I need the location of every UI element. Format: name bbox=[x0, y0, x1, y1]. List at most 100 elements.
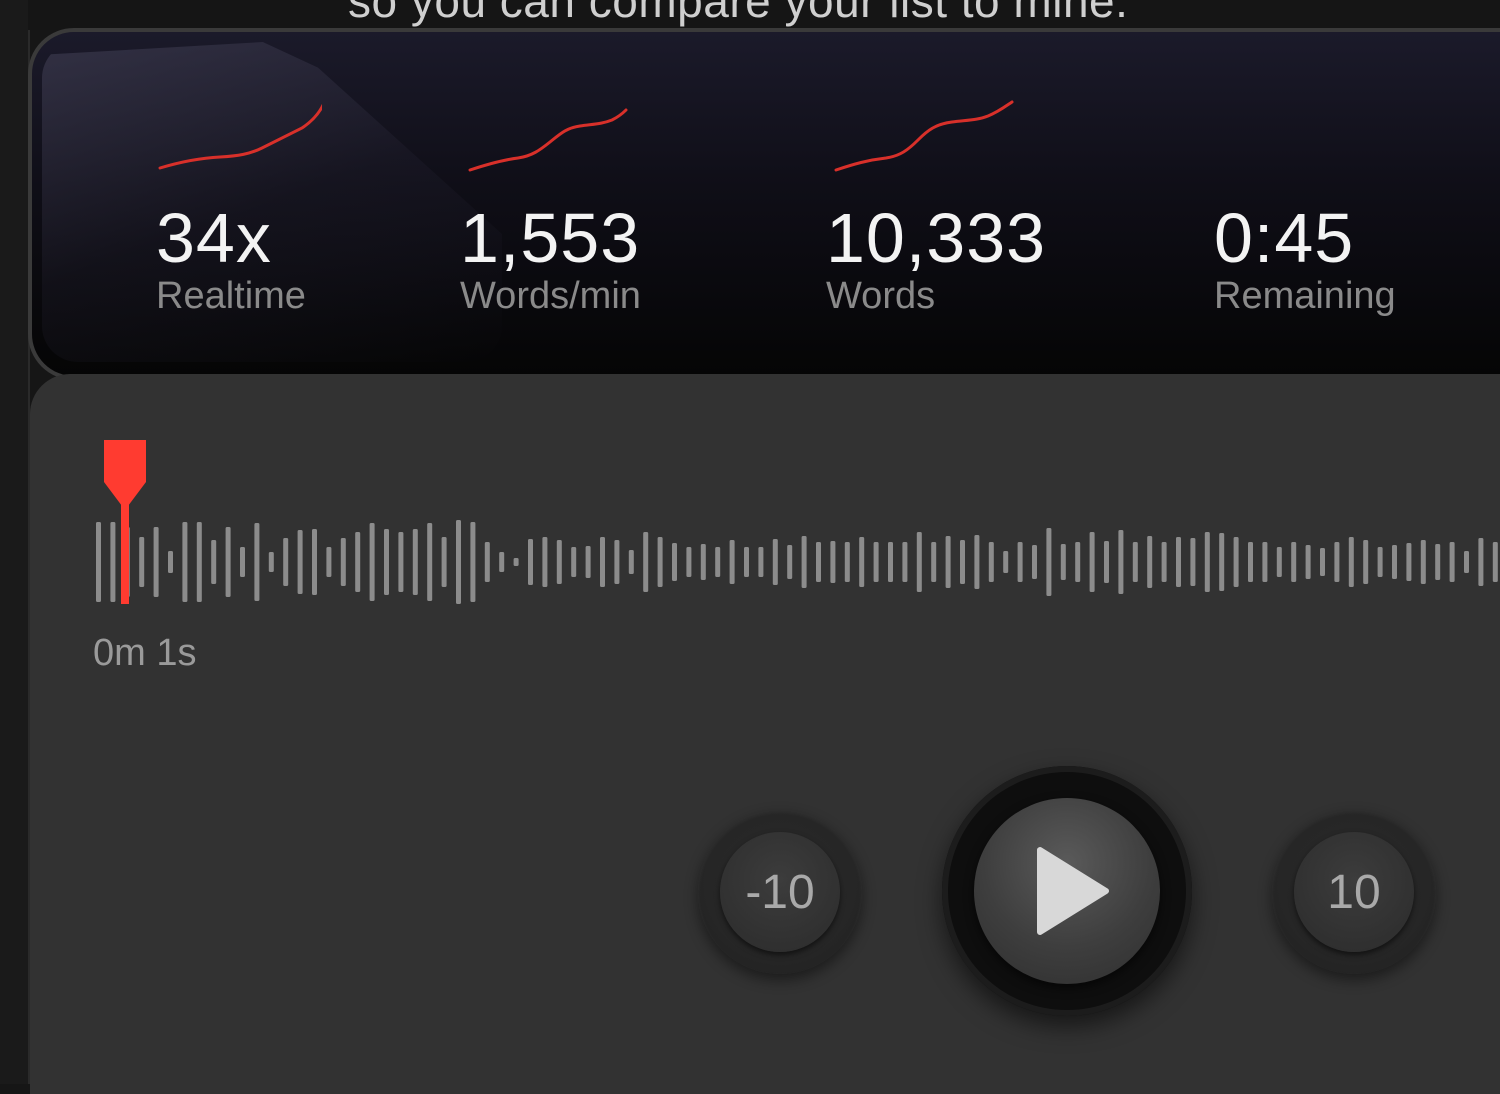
waveform-bar bbox=[542, 537, 548, 587]
transcript-text-strip: so you can compare your list to mine. bbox=[28, 0, 1500, 30]
remaining-value: 0:45 bbox=[1214, 199, 1355, 277]
waveform-bar bbox=[873, 542, 879, 582]
waveform-bar bbox=[456, 520, 461, 604]
waveform-bar bbox=[499, 552, 505, 572]
play-icon bbox=[1037, 847, 1109, 935]
waveform-bar bbox=[1060, 544, 1066, 580]
waveform-bar bbox=[657, 537, 663, 587]
waveform-bar bbox=[326, 547, 332, 577]
waveform-bar bbox=[787, 545, 793, 579]
waveform-bar bbox=[427, 523, 433, 601]
realtime-label: Realtime bbox=[156, 275, 306, 317]
waveform-bar bbox=[254, 523, 260, 601]
waveform-bar bbox=[1377, 547, 1383, 577]
skip-back-button[interactable]: -10 bbox=[720, 832, 840, 952]
waveform-bar bbox=[1219, 533, 1225, 591]
waveform-bar bbox=[153, 527, 159, 597]
wpm-label: Words/min bbox=[460, 275, 641, 317]
waveform-bar bbox=[859, 537, 865, 587]
waveform-bar bbox=[974, 535, 980, 589]
waveform-bar bbox=[168, 551, 173, 573]
waveform-bar bbox=[1118, 530, 1124, 594]
stat-words-per-min: 1,553 Words/min bbox=[460, 90, 641, 317]
waveform-bar bbox=[96, 522, 101, 602]
waveform-bar bbox=[1334, 542, 1340, 582]
waveform-bar bbox=[571, 547, 577, 577]
waveform-bar bbox=[1046, 528, 1052, 596]
play-button-ring bbox=[942, 766, 1192, 1016]
waveform-bar bbox=[297, 530, 303, 594]
waveform-bar bbox=[1320, 548, 1325, 576]
waveform-bar bbox=[340, 538, 346, 586]
waveform-bar bbox=[830, 541, 836, 583]
waveform-bar bbox=[211, 540, 217, 584]
waveform-bar bbox=[1248, 542, 1253, 582]
waveform-bar bbox=[744, 547, 749, 577]
audio-player-panel bbox=[30, 374, 1500, 1094]
waveform-bar bbox=[643, 532, 649, 592]
waveform-bar bbox=[513, 558, 519, 566]
waveform-bar bbox=[816, 542, 821, 582]
waveform-bar bbox=[801, 536, 807, 588]
words-sparkline bbox=[834, 100, 1014, 172]
waveform-bar bbox=[1478, 538, 1484, 586]
waveform-bar bbox=[1104, 541, 1109, 583]
waveform-bar bbox=[931, 542, 937, 582]
waveform-bar bbox=[888, 542, 893, 582]
waveform-bar bbox=[1161, 542, 1167, 582]
remaining-label: Remaining bbox=[1214, 275, 1396, 317]
waveform-bar bbox=[600, 537, 605, 587]
waveform-bar bbox=[844, 542, 850, 582]
waveform-bar bbox=[988, 542, 994, 582]
waveform-bar bbox=[1406, 543, 1412, 581]
waveform-bar bbox=[758, 547, 764, 577]
wpm-sparkline bbox=[468, 108, 628, 172]
waveform-bar bbox=[384, 529, 389, 595]
waveform-bar bbox=[1464, 551, 1469, 573]
waveform-bar bbox=[268, 552, 274, 572]
waveform-bar bbox=[528, 539, 533, 585]
waveform-bar bbox=[1132, 542, 1138, 582]
waveform-bar bbox=[1147, 536, 1153, 588]
waveform-bar bbox=[960, 540, 965, 584]
waveform-bar bbox=[240, 547, 245, 577]
current-time-label: 0m 1s bbox=[93, 632, 197, 674]
transcript-caption: so you can compare your list to mine. bbox=[348, 0, 1129, 27]
window-edge bbox=[0, 0, 30, 1084]
waveform-bar bbox=[1003, 551, 1009, 573]
waveform-bar bbox=[729, 540, 735, 584]
waveform-bar bbox=[441, 537, 447, 587]
waveform-bar bbox=[1492, 542, 1498, 582]
play-button[interactable] bbox=[974, 798, 1160, 984]
waveform-bar bbox=[412, 529, 418, 595]
realtime-value: 34x bbox=[156, 199, 272, 277]
realtime-sparkline bbox=[158, 103, 322, 170]
waveform-bar bbox=[715, 547, 721, 577]
waveform-bar bbox=[1190, 538, 1196, 586]
waveform-bar bbox=[1017, 542, 1023, 582]
waveform-bar bbox=[1176, 537, 1181, 587]
waveform-bar bbox=[628, 550, 634, 574]
waveform-bar bbox=[1204, 532, 1210, 592]
waveform-bar bbox=[1392, 545, 1397, 579]
words-label: Words bbox=[826, 275, 936, 317]
waveform-bar bbox=[283, 538, 289, 586]
waveform-bar bbox=[484, 542, 490, 582]
waveform-bar bbox=[1075, 542, 1081, 582]
waveform-bar bbox=[686, 547, 692, 577]
playhead-handle[interactable] bbox=[104, 440, 146, 605]
waveform-bar bbox=[1348, 537, 1354, 587]
waveform-bar bbox=[1291, 542, 1297, 582]
skip-forward-button[interactable]: 10 bbox=[1294, 832, 1414, 952]
waveform-bar bbox=[1363, 540, 1369, 584]
waveform-bar bbox=[916, 532, 922, 592]
waveform-bar bbox=[1233, 537, 1239, 587]
waveform-bar bbox=[556, 540, 562, 584]
waveform-bar bbox=[1276, 547, 1282, 577]
waveform-bar bbox=[902, 542, 908, 582]
waveform-bar bbox=[225, 527, 231, 597]
waveform-scrubber[interactable] bbox=[92, 510, 1500, 620]
waveform-bar bbox=[369, 523, 375, 601]
waveform-bar bbox=[1032, 545, 1037, 579]
waveform-bar bbox=[196, 522, 202, 602]
